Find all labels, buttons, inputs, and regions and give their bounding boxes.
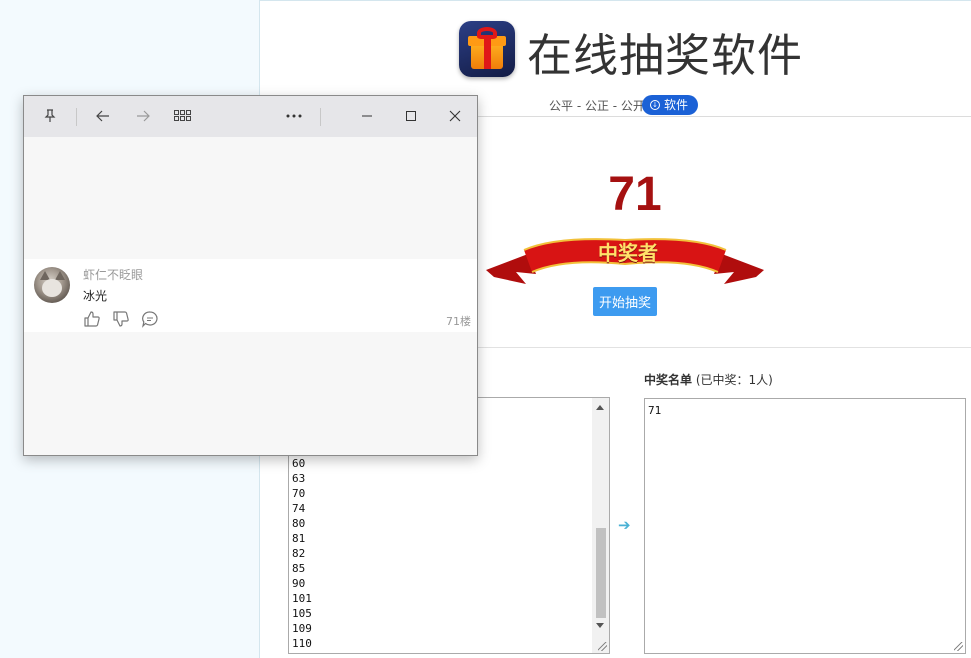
winner-items: 71 <box>648 404 661 417</box>
minimize-icon <box>362 115 372 117</box>
arrow-right-icon <box>137 110 150 122</box>
participant-items: 60 63 70 74 80 81 82 85 90 101 105 109 110 <box>292 456 312 651</box>
pin-icon <box>44 109 56 122</box>
like-button[interactable] <box>83 310 101 328</box>
floor-number: 71楼 <box>446 315 471 328</box>
list-item: 71 <box>648 404 662 417</box>
gift-logo-icon <box>459 21 515 77</box>
download-label: 软件 <box>664 98 689 112</box>
scroll-up-icon[interactable] <box>596 405 604 410</box>
participant-scrollbar[interactable] <box>592 398 609 653</box>
list-item: 80 <box>292 517 306 530</box>
start-draw-button[interactable]: 开始抽奖 <box>593 287 657 316</box>
popup-window: 虾仁不眨眼 冰光 71楼 <box>23 95 478 456</box>
banner-label: 中奖者 <box>598 241 658 265</box>
scroll-down-icon[interactable] <box>596 623 604 628</box>
page-title: 在线抽奖软件 <box>527 29 804 82</box>
comment-text: 冰光 <box>83 289 108 303</box>
avatar[interactable] <box>34 267 70 303</box>
back-button[interactable] <box>91 105 115 127</box>
winners-heading: 中奖名单 (已中奖：1人) <box>644 371 773 388</box>
maximize-icon <box>406 111 416 121</box>
list-item: 110 <box>292 637 312 650</box>
resize-grip-icon[interactable] <box>598 642 607 651</box>
reply-button[interactable] <box>141 310 159 328</box>
winners-count: (已中奖：1人) <box>695 373 773 387</box>
popup-titlebar <box>24 96 477 137</box>
close-icon <box>449 110 461 122</box>
titlebar-separator <box>320 108 321 126</box>
list-item: 81 <box>292 532 306 545</box>
close-button[interactable] <box>443 105 467 127</box>
list-item: 109 <box>292 622 312 635</box>
list-item: 82 <box>292 547 306 560</box>
scroll-thumb[interactable] <box>596 528 606 618</box>
apps-button[interactable] <box>171 105 195 127</box>
pin-button[interactable] <box>38 105 62 127</box>
download-icon: ↓ <box>650 100 660 110</box>
comment-bubble-icon <box>142 311 158 328</box>
arrow-left-icon <box>96 110 109 122</box>
resize-grip-icon[interactable] <box>954 642 963 651</box>
list-item: 63 <box>292 472 306 485</box>
comment-item: 虾仁不眨眼 冰光 71楼 <box>24 259 477 332</box>
grid-icon <box>174 110 191 121</box>
list-item: 90 <box>292 577 306 590</box>
winners-heading-label: 中奖名单 <box>644 373 693 387</box>
more-button[interactable] <box>282 105 306 127</box>
list-item: 60 <box>292 457 306 470</box>
arrow-right-icon: ➔ <box>618 516 631 534</box>
more-dots-icon <box>286 114 302 118</box>
titlebar-separator <box>76 108 77 126</box>
minimize-button[interactable] <box>355 105 379 127</box>
comment-username[interactable]: 虾仁不眨眼 <box>83 266 143 283</box>
download-button[interactable]: ↓ 软件 <box>642 95 699 115</box>
list-item: 101 <box>292 592 312 605</box>
list-item: 74 <box>292 502 306 515</box>
winner-number: 71 <box>608 168 662 221</box>
tagline: 公平 - 公正 - 公开 <box>549 99 645 113</box>
thumbs-up-icon <box>84 311 100 327</box>
dislike-button[interactable] <box>112 310 130 328</box>
list-item: 85 <box>292 562 306 575</box>
forward-button[interactable] <box>131 105 155 127</box>
list-item: 70 <box>292 487 306 500</box>
maximize-button[interactable] <box>399 105 423 127</box>
list-item: 105 <box>292 607 312 620</box>
thumbs-down-icon <box>113 311 129 327</box>
winners-list-textarea[interactable]: 71 <box>644 398 966 654</box>
